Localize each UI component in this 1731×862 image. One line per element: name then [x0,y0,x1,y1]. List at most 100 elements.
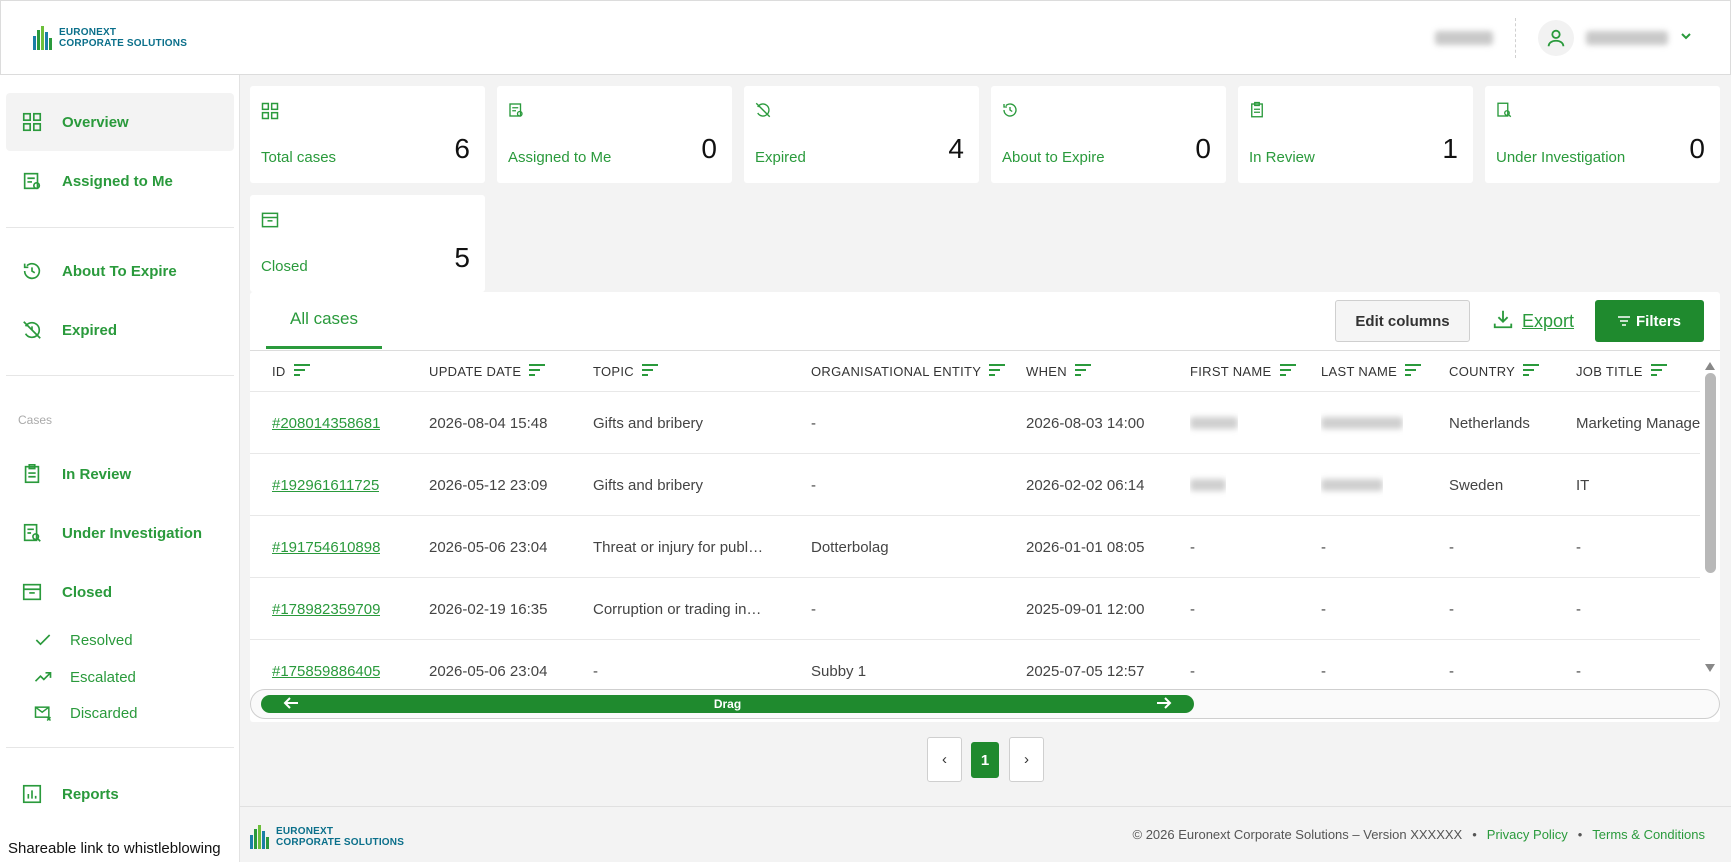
cell-first-name: - [1190,600,1195,618]
case-id-link[interactable]: #178982359709 [272,578,380,640]
column-header-country[interactable]: COUNTRY [1449,351,1540,391]
logo-line1: EURONEXT [59,26,117,38]
drag-label: Drag [713,697,742,711]
history-icon [20,259,44,283]
case-id-link[interactable]: #192961611725 [272,454,379,516]
sort-icon [1074,363,1091,379]
column-header-first-name[interactable]: FIRST NAME [1190,351,1296,391]
table-row[interactable]: #192961611725 2026-05-12 23:09 Gifts and… [250,453,1700,515]
column-header-label: ORGANISATIONAL ENTITY [811,363,982,379]
clipboard-icon [1248,101,1268,121]
stat-card-in-review[interactable]: In Review 1 [1238,86,1473,183]
column-header-organisational-entity[interactable]: ORGANISATIONAL ENTITY [811,351,1006,391]
assigned-icon [507,101,527,121]
sidebar-item-assigned[interactable]: Assigned to Me [6,152,234,210]
stat-card-total-cases[interactable]: Total cases 6 [250,86,485,183]
euronext-logo[interactable]: EURONEXT CORPORATE SOLUTIONS [33,18,198,58]
cell-first-name [1190,454,1226,516]
sidebar-item-reports[interactable]: Reports [6,765,234,823]
horizontal-drag-scrollbar[interactable]: Drag [250,689,1720,719]
cell-job-title: - [1576,600,1581,618]
export-button[interactable]: Export [1492,300,1574,342]
sidebar-item-label: In Review [62,465,132,483]
grid-icon [260,101,280,121]
column-header-label: FIRST NAME [1190,363,1272,379]
sort-icon [642,363,658,379]
sidebar-subitem-label: Discarded [70,704,138,722]
vertical-scrollbar[interactable] [1702,351,1718,681]
sidebar-section-cases: Cases [18,413,53,427]
org-name-blurred[interactable] [1435,30,1493,45]
column-header-last-name[interactable]: LAST NAME [1321,351,1422,391]
scrollbar-thumb[interactable] [1705,373,1716,573]
filter-icon [1617,313,1630,330]
column-header-label: COUNTRY [1449,363,1516,379]
stat-card-under-investigation[interactable]: Under Investigation 0 [1485,86,1720,183]
stat-label: Closed [261,258,308,275]
sidebar-item-under-investigation[interactable]: Under Investigation [6,504,234,562]
table-row[interactable]: #178982359709 2026-02-19 16:35 Corruptio… [250,577,1700,639]
filters-label: Filters [1635,312,1681,330]
case-id-link[interactable]: #208014358681 [272,392,380,454]
stat-card-expired[interactable]: Expired 4 [744,86,979,183]
terms-link[interactable]: Terms & Conditions [1592,827,1705,842]
sidebar-subitem-label: Escalated [70,668,136,686]
sidebar-subitem-discarded[interactable]: Discarded [32,698,138,728]
footer-separator: • [1577,827,1583,842]
cell-topic: Threat or injury for publ… [593,538,764,556]
scroll-down-icon[interactable] [1705,659,1715,677]
column-header-topic[interactable]: TOPIC [593,351,658,391]
sidebar-item-overview[interactable]: Overview [6,93,234,151]
column-header-label: WHEN [1026,363,1067,379]
case-id-link[interactable]: #191754610898 [272,516,380,578]
cell-entity: Dotterbolag [811,538,889,556]
stat-label: About to Expire [1002,149,1105,166]
cell-country: Sweden [1449,476,1504,494]
cell-first-name: - [1190,538,1195,556]
table-row[interactable]: #175859886405 2026-05-06 23:04 - Subby 1… [250,639,1700,681]
sidebar-item-about-to-expire[interactable]: About To Expire [6,242,234,300]
stat-value: 0 [701,133,717,164]
download-icon [1492,308,1514,335]
sidebar-subitem-resolved[interactable]: Resolved [32,625,133,655]
sidebar-item-expired[interactable]: Expired [6,301,234,359]
column-header-when[interactable]: WHEN [1026,351,1091,391]
search-document-icon [20,521,44,545]
tab-all-cases[interactable]: All cases [266,292,382,349]
edit-columns-button[interactable]: Edit columns [1335,300,1470,342]
stat-card-about-to-expire[interactable]: About to Expire 0 [991,86,1226,183]
sidebar-item-closed[interactable]: Closed [6,563,234,621]
stat-card-assigned[interactable]: Assigned to Me 0 [497,86,732,183]
column-header-id[interactable]: ID [272,351,310,391]
drag-handle[interactable]: Drag [261,695,1194,713]
cell-update-date: 2026-05-12 23:09 [429,476,548,494]
user-menu-button[interactable] [1538,19,1692,56]
sidebar-item-in-review[interactable]: In Review [6,445,234,503]
table-row[interactable]: #208014358681 2026-08-04 15:48 Gifts and… [250,391,1700,453]
privacy-policy-link[interactable]: Privacy Policy [1487,827,1568,842]
cell-job-title: Marketing Manager [1576,414,1700,432]
table-row[interactable]: #191754610898 2026-05-06 23:04 Threat or… [250,515,1700,577]
case-id-link[interactable]: #175859886405 [272,640,380,681]
shareable-link[interactable]: Shareable link to whistleblowing [8,840,221,857]
sidebar-item-label: Expired [62,321,118,339]
stat-card-closed[interactable]: Closed 5 [250,195,485,292]
stat-label: In Review [1249,149,1315,166]
column-header-job-title[interactable]: JOB TITLE [1576,351,1667,391]
sort-icon [1405,363,1422,379]
cell-country: Netherlands [1449,414,1530,432]
pagination-prev-button[interactable]: ‹ [927,737,962,782]
sidebar-item-label: About To Expire [62,262,177,280]
sidebar-subitem-escalated[interactable]: Escalated [32,662,136,692]
filters-button[interactable]: Filters [1595,300,1704,342]
expired-icon [20,318,44,342]
cell-entity: - [811,414,816,432]
pagination-next-button[interactable]: › [1009,737,1044,782]
cell-when: 2026-08-03 14:00 [1026,414,1145,432]
stat-value: 1 [1442,133,1458,164]
cell-last-name [1321,454,1383,516]
cell-update-date: 2026-05-06 23:04 [429,538,548,556]
column-header-update-date[interactable]: UPDATE DATE [429,351,546,391]
sidebar-divider [6,375,234,376]
pagination-page-1[interactable]: 1 [971,742,999,778]
